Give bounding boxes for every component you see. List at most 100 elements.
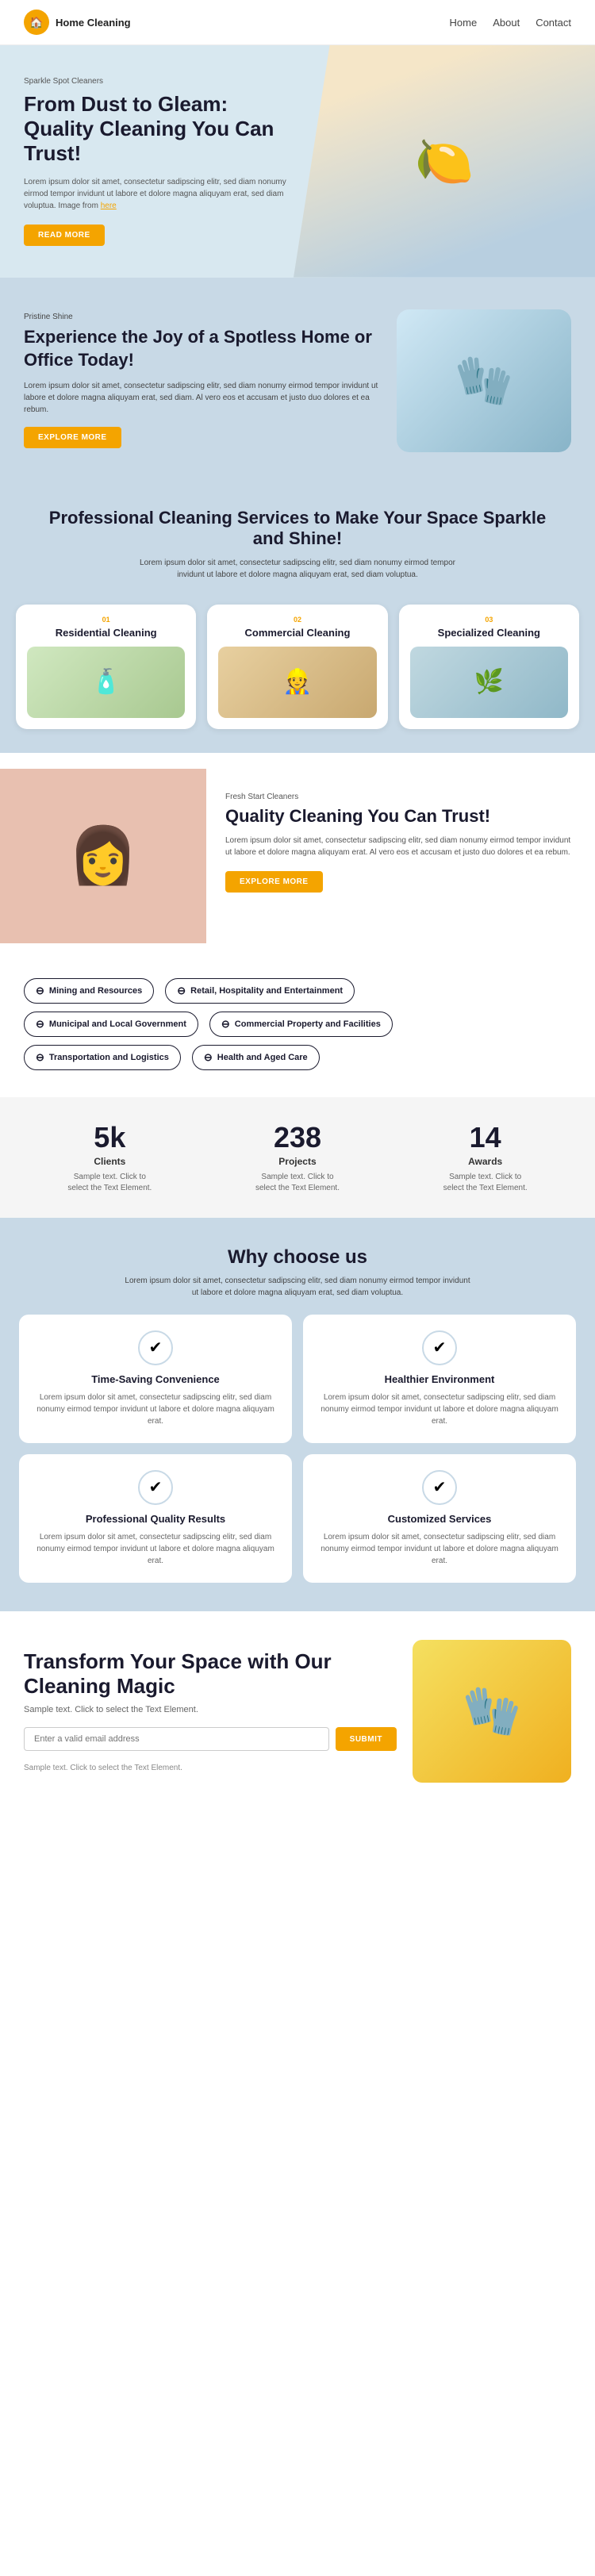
nav-about[interactable]: About [493, 17, 520, 29]
cta-gloves-icon: 🧤 [463, 1683, 522, 1739]
checkmark-icon-2: ✔ [149, 1477, 163, 1497]
nav-links: Home About Contact [450, 17, 571, 29]
why-title: Why choose us [19, 1246, 576, 1269]
checkmark-icon-3: ✔ [433, 1477, 447, 1497]
why-card-desc-2: Lorem ipsum dolor sit amet, consectetur … [32, 1531, 279, 1567]
service-img-commercial: 👷 [218, 647, 376, 718]
cta-bottom-text: Sample text. Click to select the Text El… [24, 1764, 397, 1772]
sectors-section: ⊖ Mining and Resources ⊖ Retail, Hospita… [0, 959, 595, 1097]
check-icon-2: ⊖ [36, 1018, 44, 1031]
sector-badge-3: ⊖ Commercial Property and Facilities [209, 1012, 393, 1037]
sector-label-5: Health and Aged Care [217, 1053, 308, 1062]
cta-email-input[interactable] [24, 1727, 329, 1751]
stat-awards: 14 Awards Sample text. Click to select t… [438, 1121, 533, 1194]
why-header: Why choose us Lorem ipsum dolor sit amet… [19, 1246, 576, 1299]
logo-icon: 🏠 [24, 10, 49, 35]
hero-title: From Dust to Gleam: Quality Cleaning You… [24, 92, 294, 167]
commercial-icon: 👷 [282, 668, 312, 696]
why-card-2: ✔ Professional Quality Results Lorem ips… [19, 1454, 292, 1583]
spotless-icon: 🧤 [455, 352, 514, 409]
why-card-1: ✔ Healthier Environment Lorem ipsum dolo… [303, 1315, 576, 1443]
checkmark-icon-0: ✔ [149, 1338, 163, 1357]
services-description: Lorem ipsum dolor sit amet, consectetur … [139, 557, 456, 581]
hero-tag: Sparkle Spot Cleaners [24, 77, 294, 86]
quality-image: 👩 [0, 769, 206, 943]
nav-home[interactable]: Home [450, 17, 478, 29]
stat-clients: 5k Clients Sample text. Click to select … [62, 1121, 157, 1194]
sector-row-1: ⊖ Mining and Resources ⊖ Retail, Hospita… [24, 978, 571, 1004]
quality-explore-button[interactable]: EXPLORE MORE [225, 871, 323, 893]
stat-projects: 238 Projects Sample text. Click to selec… [250, 1121, 345, 1194]
spotless-tag: Pristine Shine [24, 313, 381, 321]
service-cards: 01 Residential Cleaning 🧴 02 Commercial … [0, 597, 595, 753]
cta-section: Transform Your Space with Our Cleaning M… [0, 1611, 595, 1811]
hero-link[interactable]: here [101, 202, 117, 210]
nav-logo: 🏠 Home Cleaning [24, 10, 131, 35]
check-icon-5: ⊖ [204, 1051, 213, 1064]
navbar: 🏠 Home Cleaning Home About Contact [0, 0, 595, 45]
why-icon-0: ✔ [138, 1330, 173, 1365]
spotless-section: Pristine Shine Experience the Joy of a S… [0, 278, 595, 484]
services-title: Professional Cleaning Services to Make Y… [32, 508, 563, 549]
why-icon-3: ✔ [422, 1470, 457, 1505]
sector-badge-4: ⊖ Transportation and Logistics [24, 1045, 181, 1070]
why-card-desc-1: Lorem ipsum dolor sit amet, consectetur … [316, 1392, 563, 1427]
stat-num-2: 14 [438, 1121, 533, 1154]
service-title-3: Specialized Cleaning [438, 627, 540, 639]
sector-label-2: Municipal and Local Government [49, 1019, 186, 1029]
why-icon-1: ✔ [422, 1330, 457, 1365]
sector-label-0: Mining and Resources [49, 986, 142, 996]
checkmark-icon-1: ✔ [433, 1338, 447, 1357]
cta-image: 🧤 [413, 1640, 571, 1783]
why-grid: ✔ Time-Saving Convenience Lorem ipsum do… [19, 1315, 576, 1583]
cta-content: Transform Your Space with Our Cleaning M… [24, 1649, 397, 1772]
stat-desc-0: Sample text. Click to select the Text El… [62, 1172, 157, 1194]
service-num-2: 02 [294, 616, 301, 624]
service-num-3: 03 [485, 616, 493, 624]
cta-subtitle: Sample text. Click to select the Text El… [24, 1705, 397, 1714]
sector-badge-5: ⊖ Health and Aged Care [192, 1045, 320, 1070]
stat-label-2: Awards [438, 1156, 533, 1167]
stat-desc-2: Sample text. Click to select the Text El… [438, 1172, 533, 1194]
service-card-commercial: 02 Commercial Cleaning 👷 [207, 605, 387, 729]
cta-submit-button[interactable]: SUBMIT [336, 1727, 397, 1751]
stats-section: 5k Clients Sample text. Click to select … [0, 1097, 595, 1218]
check-icon-0: ⊖ [36, 985, 44, 997]
service-card-specialized: 03 Specialized Cleaning 🌿 [399, 605, 579, 729]
nav-contact[interactable]: Contact [536, 17, 571, 29]
sector-row-2: ⊖ Municipal and Local Government ⊖ Comme… [24, 1012, 571, 1037]
hero-content: Sparkle Spot Cleaners From Dust to Gleam… [24, 77, 294, 246]
specialized-icon: 🌿 [474, 668, 504, 696]
service-img-specialized: 🌿 [410, 647, 568, 718]
spotless-image: 🧤 [397, 309, 571, 452]
why-section: Why choose us Lorem ipsum dolor sit amet… [0, 1218, 595, 1611]
spotless-content: Pristine Shine Experience the Joy of a S… [24, 313, 381, 447]
spotless-description: Lorem ipsum dolor sit amet, consectetur … [24, 380, 381, 416]
quality-content: Fresh Start Cleaners Quality Cleaning Yo… [206, 769, 595, 943]
hero-image: 🍋 [294, 45, 595, 278]
quality-title: Quality Cleaning You Can Trust! [225, 806, 576, 827]
service-title-1: Residential Cleaning [56, 627, 157, 639]
sector-badge-2: ⊖ Municipal and Local Government [24, 1012, 198, 1037]
hero-read-more-button[interactable]: READ MORE [24, 225, 105, 246]
services-header: Professional Cleaning Services to Make Y… [0, 484, 595, 597]
why-card-title-3: Customized Services [388, 1513, 492, 1525]
why-card-3: ✔ Customized Services Lorem ipsum dolor … [303, 1454, 576, 1583]
stat-label-0: Clients [62, 1156, 157, 1167]
cta-title: Transform Your Space with Our Cleaning M… [24, 1649, 397, 1699]
why-card-desc-3: Lorem ipsum dolor sit amet, consectetur … [316, 1531, 563, 1567]
why-card-0: ✔ Time-Saving Convenience Lorem ipsum do… [19, 1315, 292, 1443]
why-card-desc-0: Lorem ipsum dolor sit amet, consectetur … [32, 1392, 279, 1427]
spotless-explore-button[interactable]: EXPLORE MORE [24, 427, 121, 448]
quality-person-icon: 👩 [68, 823, 137, 889]
sector-badge-1: ⊖ Retail, Hospitality and Entertainment [165, 978, 355, 1004]
check-icon-1: ⊖ [177, 985, 186, 997]
sector-label-1: Retail, Hospitality and Entertainment [190, 986, 343, 996]
quality-section: 👩 Fresh Start Cleaners Quality Cleaning … [0, 769, 595, 943]
stat-label-1: Projects [250, 1156, 345, 1167]
service-img-residential: 🧴 [27, 647, 185, 718]
service-num-1: 01 [102, 616, 110, 624]
why-card-title-0: Time-Saving Convenience [91, 1373, 220, 1385]
residential-icon: 🧴 [91, 668, 121, 696]
why-icon-2: ✔ [138, 1470, 173, 1505]
